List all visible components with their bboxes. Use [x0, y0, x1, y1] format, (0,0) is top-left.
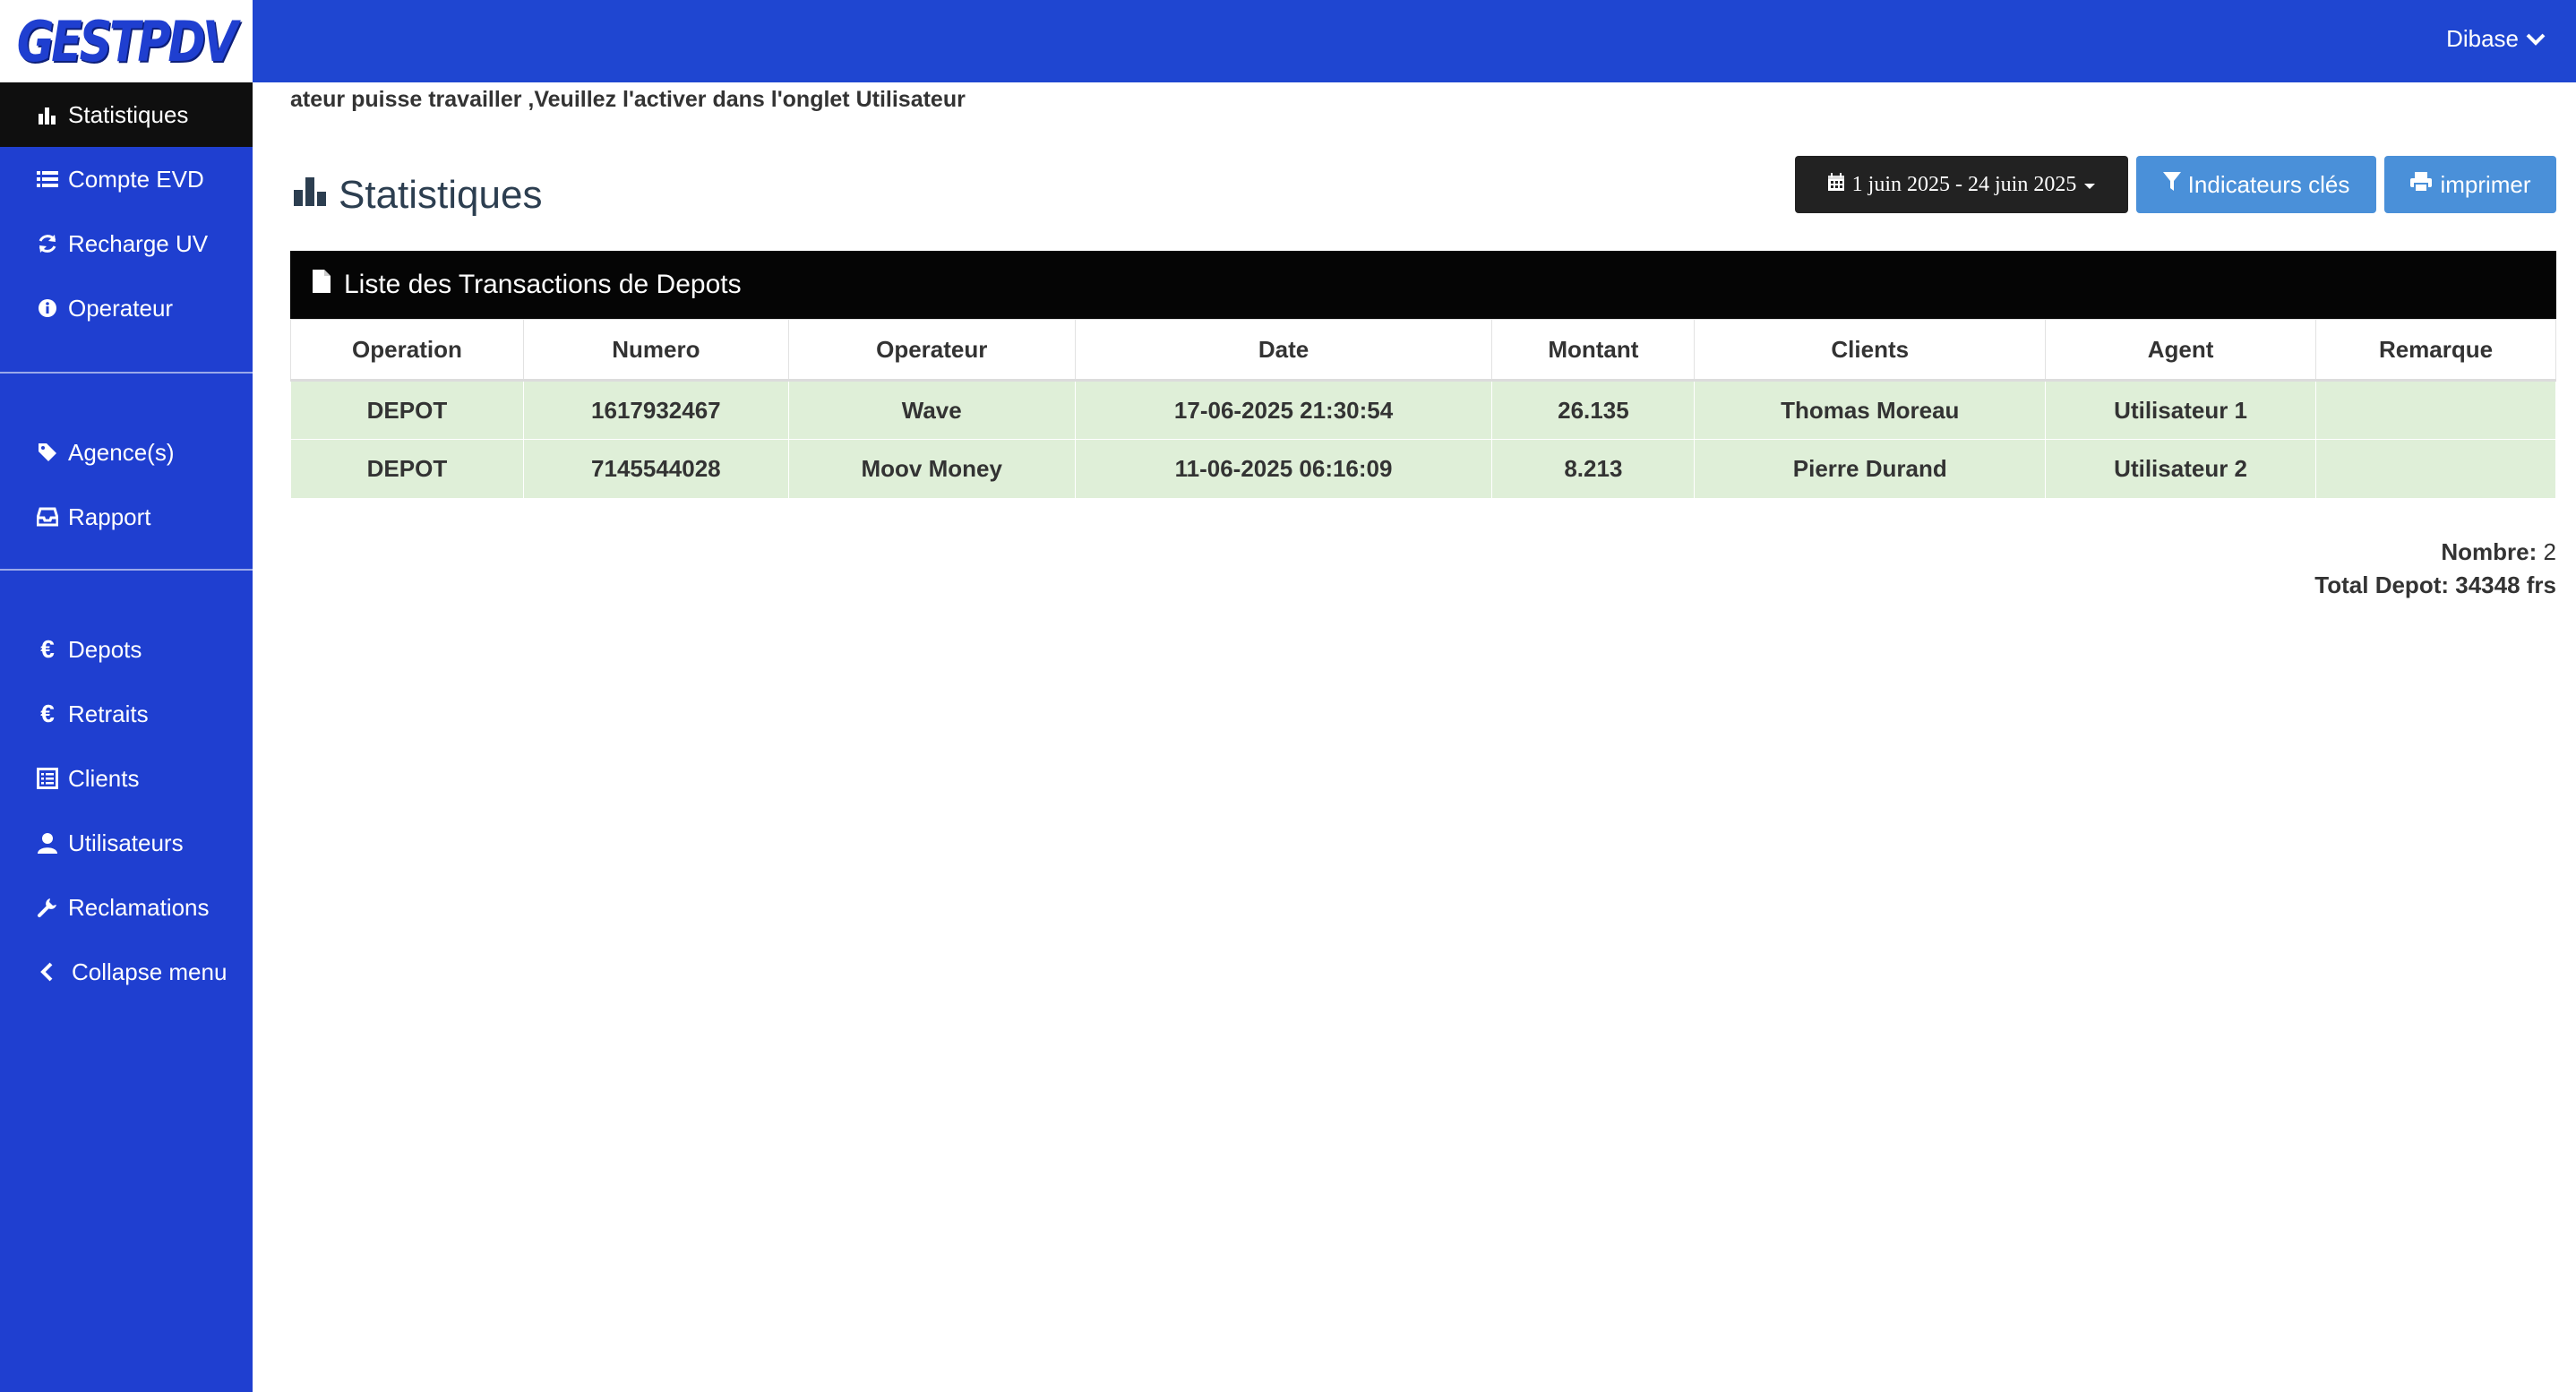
cell-remarque	[2315, 439, 2556, 499]
list-alt-icon	[34, 768, 61, 789]
cell-client: Thomas Moreau	[1694, 380, 2047, 440]
sidebar-item-label: Reclamations	[68, 893, 210, 921]
file-icon	[312, 269, 331, 301]
sidebar-item-recharge-uv[interactable]: Recharge UV	[0, 211, 253, 276]
wrench-icon	[34, 897, 61, 918]
column-header[interactable]: Operateur	[787, 319, 1076, 382]
sidebar-item-label: Rapport	[68, 503, 151, 530]
sidebar-item-label: Utilisateurs	[68, 829, 184, 856]
cell-agent: Utilisateur 1	[2045, 380, 2317, 440]
sidebar-item-label: Operateur	[68, 294, 174, 322]
totals-summary: Nombre: 2 Total Depot: 34348 frs	[2314, 536, 2556, 602]
sidebar-item-utilisateurs[interactable]: Utilisateurs	[0, 811, 253, 875]
sidebar-item-rapport[interactable]: Rapport	[0, 485, 253, 549]
sidebar-item-label: Collapse menu	[72, 958, 228, 985]
cell-montant: 8.213	[1491, 439, 1696, 499]
panel-title: Liste des Transactions de Depots	[344, 270, 742, 299]
column-header[interactable]: Numero	[522, 319, 789, 382]
collapse-menu-button[interactable]: Collapse menu	[0, 940, 253, 1004]
nav-group-admin: Agence(s) Rapport	[0, 374, 253, 571]
user-menu[interactable]: Dibase	[2446, 25, 2546, 53]
euro-icon: €	[40, 700, 55, 727]
scrolling-notice: ateur puisse travailler ,Veuillez l'acti…	[290, 87, 966, 112]
print-icon	[2409, 171, 2433, 199]
euro-icon: €	[40, 635, 55, 663]
date-range-picker[interactable]: 1 juin 2025 - 24 juin 2025	[1795, 156, 2128, 213]
tag-icon	[34, 443, 61, 462]
cell-client: Pierre Durand	[1694, 439, 2047, 499]
list-icon	[34, 169, 61, 189]
total-line: Total Depot: 34348 frs	[2314, 569, 2556, 602]
cell-numero: 7145544028	[522, 439, 789, 499]
column-header[interactable]: Date	[1074, 319, 1493, 382]
user-icon	[34, 832, 61, 854]
sidebar-item-retraits[interactable]: € Retraits	[0, 682, 253, 746]
sidebar-item-compte-evd[interactable]: Compte EVD	[0, 147, 253, 211]
transactions-panel: Liste des Transactions de Depots Operati…	[290, 251, 2556, 499]
app-logo[interactable]: GESTPDV	[0, 0, 253, 82]
sidebar-item-label: Clients	[68, 764, 140, 792]
transactions-table: Operation Numero Operateur Date Montant …	[290, 319, 2556, 499]
chevron-left-icon	[34, 962, 61, 982]
cell-agent: Utilisateur 2	[2045, 439, 2317, 499]
column-header[interactable]: Montant	[1491, 319, 1696, 382]
cell-montant: 26.135	[1491, 380, 1696, 440]
sidebar-item-label: Depots	[68, 635, 142, 663]
cell-date: 17-06-2025 21:30:54	[1074, 380, 1493, 440]
sidebar-item-reclamations[interactable]: Reclamations	[0, 875, 253, 940]
sidebar-item-depots[interactable]: € Depots	[0, 617, 253, 682]
column-header[interactable]: Remarque	[2315, 319, 2556, 382]
inbox-icon	[34, 507, 61, 527]
chevron-down-icon	[2526, 25, 2546, 53]
sidebar-item-statistiques[interactable]: Statistiques	[0, 82, 253, 147]
user-name: Dibase	[2446, 25, 2519, 52]
sidebar-item-agences[interactable]: Agence(s)	[0, 420, 253, 485]
sidebar-item-label: Recharge UV	[68, 229, 209, 257]
cell-date: 11-06-2025 06:16:09	[1074, 439, 1493, 499]
calendar-icon	[1827, 172, 1845, 198]
column-header[interactable]: Agent	[2045, 319, 2317, 382]
column-header[interactable]: Operation	[290, 319, 524, 382]
caret-down-icon	[2083, 173, 2096, 197]
nav-group-operations: € Depots € Retraits Clients Utilisateurs…	[0, 571, 253, 1004]
sidebar: GESTPDV Statistiques Compte EVD Recharge…	[0, 0, 253, 1392]
bar-chart-icon	[292, 172, 328, 218]
cell-remarque	[2315, 380, 2556, 440]
sidebar-item-label: Retraits	[68, 700, 149, 727]
table-header-row: Operation Numero Operateur Date Montant …	[290, 319, 2556, 382]
cell-operation: DEPOT	[290, 439, 524, 499]
cell-operation: DEPOT	[290, 380, 524, 440]
top-bar: Dibase	[253, 0, 2576, 82]
sidebar-item-label: Compte EVD	[68, 165, 204, 193]
filter-icon	[2162, 171, 2181, 199]
sidebar-item-clients[interactable]: Clients	[0, 746, 253, 811]
cell-operateur: Wave	[787, 380, 1076, 440]
count-line: Nombre: 2	[2314, 536, 2556, 569]
count-label: Nombre:	[2441, 538, 2537, 565]
print-button[interactable]: imprimer	[2384, 156, 2556, 213]
bar-chart-icon	[34, 105, 61, 125]
table-row[interactable]: DEPOT 7145544028 Moov Money 11-06-2025 0…	[290, 439, 2556, 499]
page-title: Statistiques	[292, 172, 542, 218]
cell-operateur: Moov Money	[787, 439, 1076, 499]
date-range-label: 1 juin 2025 - 24 juin 2025	[1851, 172, 2077, 196]
table-row[interactable]: DEPOT 1617932467 Wave 17-06-2025 21:30:5…	[290, 380, 2556, 440]
total-depot: Total Depot: 34348 frs	[2314, 571, 2556, 598]
info-icon	[34, 298, 61, 318]
count-value: 2	[2543, 538, 2556, 565]
indicators-button[interactable]: Indicateurs clés	[2136, 156, 2376, 213]
panel-header: Liste des Transactions de Depots	[290, 251, 2556, 319]
sidebar-item-label: Agence(s)	[68, 438, 175, 466]
refresh-icon	[34, 233, 61, 254]
sidebar-item-operateur[interactable]: Operateur	[0, 276, 253, 340]
sidebar-item-label: Statistiques	[68, 100, 189, 128]
cell-numero: 1617932467	[522, 380, 789, 440]
column-header[interactable]: Clients	[1694, 319, 2047, 382]
nav-group-main: Statistiques Compte EVD Recharge UV Oper…	[0, 82, 253, 374]
